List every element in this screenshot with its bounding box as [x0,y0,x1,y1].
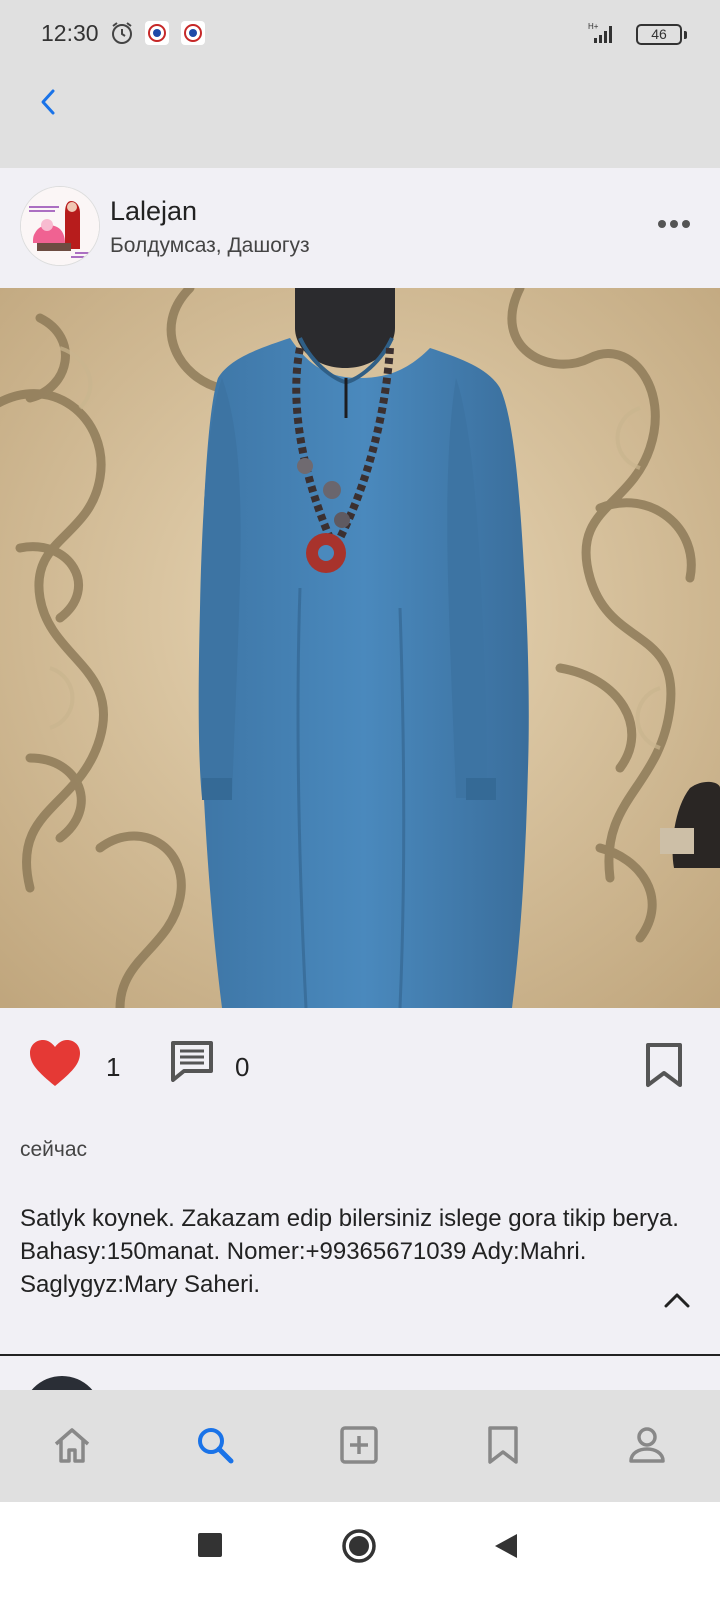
post-username[interactable]: Lalejan [110,196,197,227]
app-notification-icon [181,21,205,45]
post-actions: 1 0 [0,1008,720,1118]
comment-icon [171,1041,213,1082]
chevron-up-icon [664,1293,690,1308]
post-caption: Satlyk koynek. Zakazam edip bilersiniz i… [20,1205,679,1298]
bookmark-icon [488,1426,518,1464]
avatar[interactable] [20,186,100,266]
avatar-image [21,187,99,265]
nav-home[interactable] [47,1420,97,1470]
post-header: Lalejan Болдумсаз, Дашогуз [0,168,720,288]
add-box-icon [340,1426,378,1464]
nav-search[interactable] [190,1420,240,1470]
comment-button[interactable] [170,1040,214,1087]
post-location[interactable]: Болдумсаз, Дашогуз [110,234,310,258]
bookmark-button[interactable] [644,1042,684,1093]
bookmark-icon [646,1043,682,1087]
home-button[interactable] [341,1528,377,1564]
nav-profile[interactable] [622,1420,672,1470]
post-divider [0,1354,720,1356]
status-bar: 12:30 H+ 46 [0,0,720,68]
recents-button[interactable] [197,1532,223,1558]
nav-saved[interactable] [478,1420,528,1470]
home-icon [54,1428,90,1463]
alarm-icon [112,22,132,44]
more-options-button[interactable] [654,214,694,234]
system-navigation-bar [0,1502,720,1600]
like-button[interactable] [28,1038,82,1093]
bottom-navigation [0,1390,720,1502]
post-timestamp: сейчас [20,1138,88,1161]
signal-icon: H+ [588,22,612,43]
status-time: 12:30 [41,20,99,46]
more-horizontal-icon [658,220,666,228]
heart-icon [30,1040,80,1086]
search-icon [198,1428,234,1464]
network-label: H+ [588,22,599,31]
nav-add[interactable] [334,1420,384,1470]
app-notification-icon [145,21,169,45]
post-image[interactable] [0,288,720,1008]
comment-count: 0 [235,1052,250,1082]
collapse-caption-button[interactable] [664,1292,690,1313]
like-count: 1 [106,1052,121,1082]
back-nav-button[interactable] [493,1532,519,1560]
back-button[interactable] [30,84,66,120]
top-app-bar [0,68,720,168]
battery-indicator: 46 [636,24,682,45]
battery-tip [684,31,687,39]
chevron-left-icon [41,89,55,115]
dress-photo [0,288,720,1008]
person-icon [629,1427,665,1463]
